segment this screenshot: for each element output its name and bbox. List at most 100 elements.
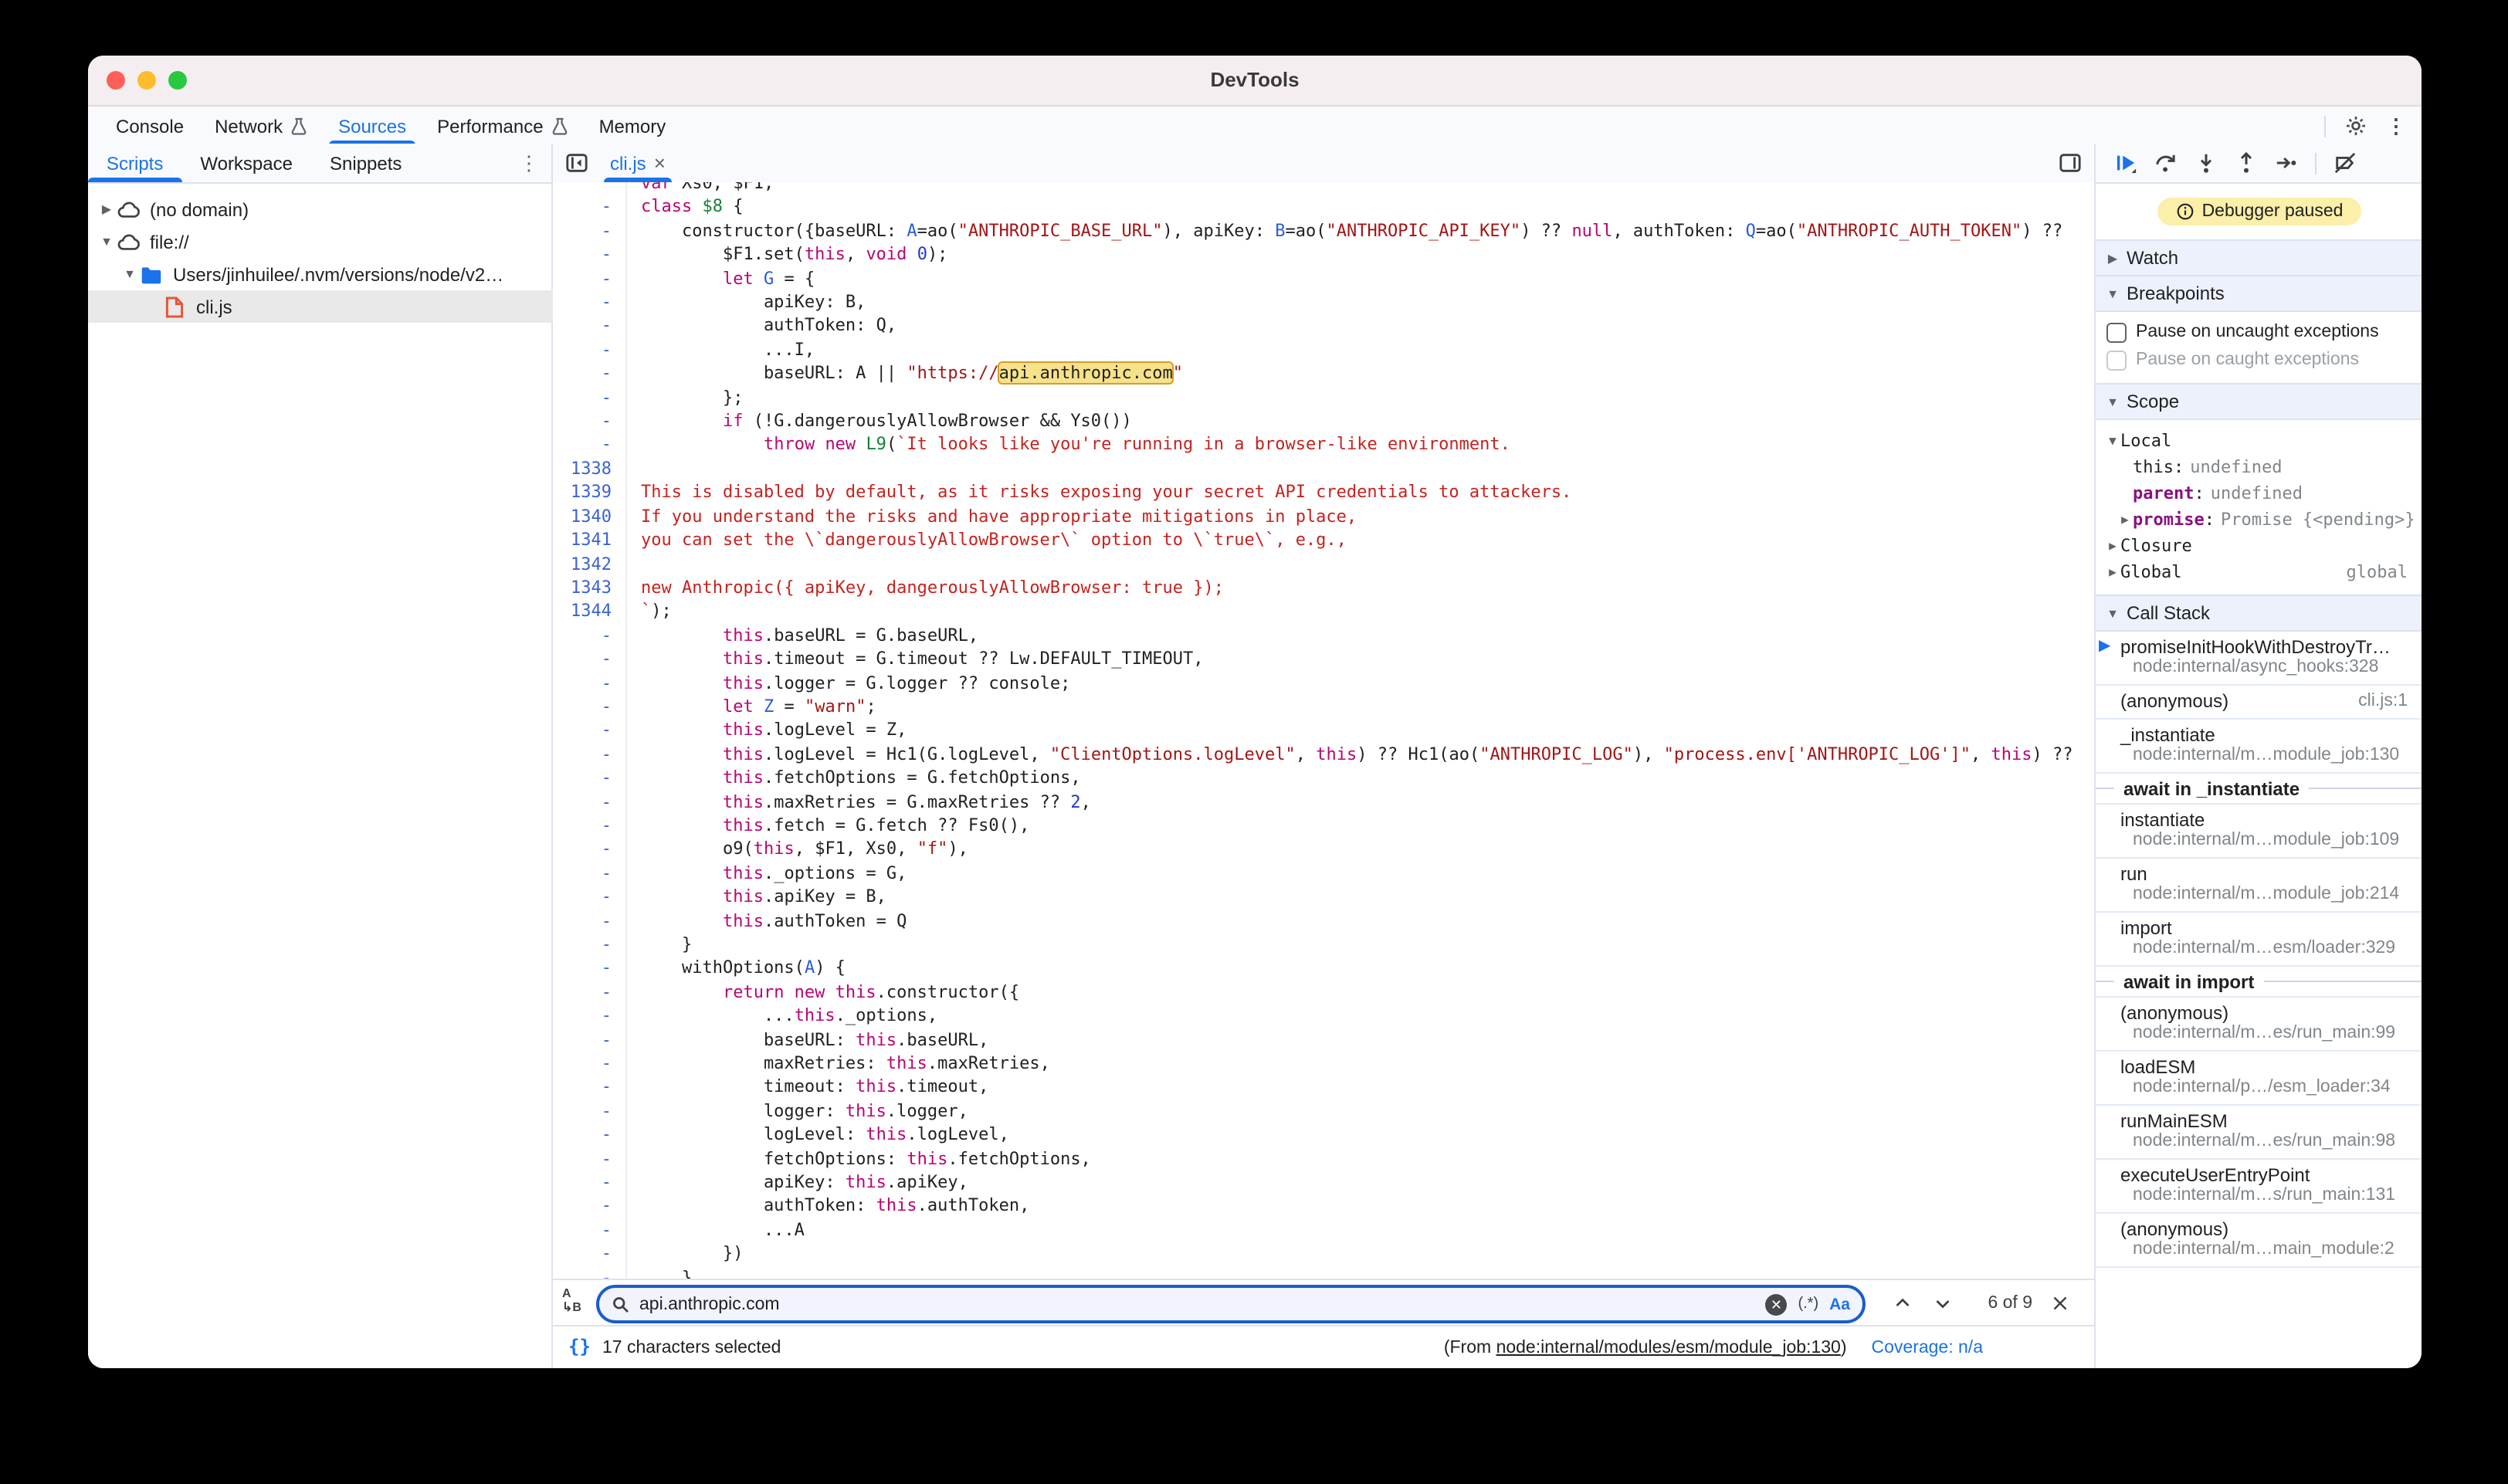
navigator-tab-workspace[interactable]: Workspace (181, 144, 311, 182)
tab-console[interactable]: Console (100, 107, 199, 145)
replace-toggle-icon[interactable]: A ↳B (562, 1286, 590, 1320)
step-into-icon[interactable] (2194, 151, 2218, 174)
line-gutter[interactable]: - (553, 695, 627, 719)
line-gutter[interactable]: - (553, 1265, 627, 1279)
line-gutter[interactable]: - (553, 338, 627, 362)
search-input[interactable]: api.anthropic.com ✕ (.*) Aa (596, 1285, 1866, 1323)
call-stack-frame[interactable]: ▶promiseInitHookWithDestroyTr…node:inter… (2096, 632, 2422, 686)
chevron-down-icon[interactable]: ▼ (97, 235, 116, 249)
line-gutter[interactable]: - (553, 1218, 627, 1242)
line-gutter[interactable]: - (553, 1171, 627, 1194)
resume-script-icon[interactable] (2114, 151, 2137, 174)
line-gutter[interactable]: - (553, 957, 627, 981)
pretty-print-icon[interactable]: {} (568, 1336, 591, 1357)
code-viewport[interactable]: var Xs0, $F1;-class $8 {- constructor({b… (553, 182, 2094, 1279)
line-gutter[interactable]: - (553, 1194, 627, 1218)
line-gutter[interactable]: - (553, 290, 627, 314)
line-gutter[interactable]: - (553, 909, 627, 933)
scope-section-global[interactable]: ▶Globalglobal (2096, 559, 2422, 585)
line-gutter[interactable]: - (553, 838, 627, 862)
step-out-icon[interactable] (2235, 151, 2258, 174)
previous-match-chevron-icon[interactable] (1893, 1280, 1912, 1326)
line-gutter[interactable]: - (553, 885, 627, 909)
tab-network[interactable]: Network (199, 107, 323, 145)
chevron-right-icon[interactable]: ▶ (2105, 539, 2120, 553)
breakpoint-option[interactable]: Pause on uncaught exceptions (2096, 318, 2422, 346)
collapse-navigator-icon[interactable] (565, 151, 588, 174)
section-watch[interactable]: ▶ Watch (2096, 239, 2422, 276)
line-gutter[interactable]: - (553, 1052, 627, 1076)
line-gutter[interactable]: - (553, 719, 627, 743)
section-scope[interactable]: ▼ Scope (2096, 383, 2422, 420)
scope-section-closure[interactable]: ▶Closure (2096, 533, 2422, 559)
line-gutter[interactable]: - (553, 1242, 627, 1266)
step-over-icon[interactable] (2154, 151, 2178, 174)
call-stack-frame[interactable]: executeUserEntryPointnode:internal/m…s/r… (2096, 1160, 2422, 1214)
coverage-link[interactable]: Coverage: n/a (1872, 1339, 1984, 1357)
line-gutter[interactable]: - (553, 1099, 627, 1123)
call-stack-frame[interactable]: loadESMnode:internal/p…/esm_loader:34 (2096, 1052, 2422, 1106)
call-stack-frame[interactable]: instantiatenode:internal/m…module_job:10… (2096, 805, 2422, 859)
next-match-chevron-icon[interactable] (1934, 1280, 1952, 1326)
call-stack-frame[interactable]: runnode:internal/m…module_job:214 (2096, 859, 2422, 913)
line-gutter[interactable]: - (553, 671, 627, 695)
line-gutter[interactable]: - (553, 1076, 627, 1099)
line-gutter[interactable]: 1340 (553, 504, 627, 528)
editor-tab-clijs[interactable]: cli.js × (598, 144, 678, 182)
line-gutter[interactable]: - (553, 1004, 627, 1028)
section-call-stack[interactable]: ▼ Call Stack (2096, 595, 2422, 632)
tab-memory[interactable]: Memory (584, 107, 682, 145)
call-stack-frame[interactable]: (anonymous)node:internal/m…es/run_main:9… (2096, 998, 2422, 1052)
scope-var-promise[interactable]: ▶promise: Promise {<pending>} (2096, 507, 2422, 533)
line-gutter[interactable]: - (553, 814, 627, 838)
line-gutter[interactable]: - (553, 1123, 627, 1147)
chevron-right-icon[interactable]: ▶ (2105, 565, 2120, 579)
tab-sources[interactable]: Sources (323, 107, 422, 145)
line-gutter[interactable]: 1344 (553, 600, 627, 624)
step-icon[interactable] (2275, 151, 2298, 174)
tree-item-cli-js[interactable]: cli.js (88, 290, 598, 323)
call-stack-frame[interactable]: (anonymous)cli.js:1 (2096, 686, 2422, 720)
settings-gear-icon[interactable] (2344, 114, 2367, 137)
navigator-tab-snippets[interactable]: Snippets (311, 144, 420, 182)
line-gutter[interactable]: - (553, 409, 627, 433)
line-gutter[interactable]: 1341 (553, 528, 627, 552)
match-case-toggle[interactable]: Aa (1829, 1295, 1850, 1313)
line-gutter[interactable]: - (553, 219, 627, 243)
line-gutter[interactable]: - (553, 790, 627, 814)
chevron-down-icon[interactable]: ▼ (2105, 434, 2120, 448)
close-tab-icon[interactable]: × (654, 153, 666, 173)
line-gutter[interactable]: - (553, 242, 627, 266)
call-stack-frame[interactable]: (anonymous)node:internal/m…main_module:2 (2096, 1214, 2422, 1268)
deactivate-breakpoints-icon[interactable] (2333, 151, 2357, 174)
line-gutter[interactable]: - (553, 385, 627, 409)
breakpoint-option[interactable]: Pause on caught exceptions (2096, 346, 2422, 374)
line-gutter[interactable]: - (553, 933, 627, 957)
chevron-right-icon[interactable]: ▶ (2117, 513, 2133, 527)
line-gutter[interactable]: - (553, 766, 627, 790)
tree-item--no-domain-[interactable]: ▶(no domain) (88, 193, 551, 225)
line-gutter[interactable]: - (553, 743, 627, 767)
chevron-right-icon[interactable]: ▶ (97, 202, 116, 216)
more-options-kebab-icon[interactable]: ⋮ (2386, 114, 2406, 138)
line-gutter[interactable]: 1338 (553, 457, 627, 481)
line-gutter[interactable]: - (553, 647, 627, 671)
line-gutter[interactable]: - (553, 1147, 627, 1171)
tree-item-users-jinhuilee-nvm-versions-node-v2-[interactable]: ▼Users/jinhuilee/.nvm/versions/node/v2… (88, 258, 551, 290)
collapse-debugger-icon[interactable] (2059, 144, 2082, 182)
call-stack-frame[interactable]: runMainESMnode:internal/m…es/run_main:98 (2096, 1106, 2422, 1160)
navigator-tab-scripts[interactable]: Scripts (88, 144, 181, 182)
line-gutter[interactable]: - (553, 433, 627, 457)
scope-var-this[interactable]: this: undefined (2096, 454, 2422, 480)
call-stack-frame[interactable]: importnode:internal/m…esm/loader:329 (2096, 913, 2422, 967)
line-gutter[interactable]: 1343 (553, 576, 627, 600)
line-gutter[interactable]: - (553, 1028, 627, 1052)
line-gutter[interactable]: - (553, 623, 627, 647)
line-gutter[interactable]: - (553, 862, 627, 886)
call-stack-frame[interactable]: _instantiatenode:internal/m…module_job:1… (2096, 720, 2422, 774)
navigator-more-kebab-icon[interactable]: ⋮ (519, 144, 539, 182)
line-gutter[interactable] (553, 182, 627, 195)
tab-performance[interactable]: Performance (422, 107, 583, 145)
checkbox[interactable] (2106, 322, 2127, 342)
line-gutter[interactable]: 1339 (553, 481, 627, 505)
